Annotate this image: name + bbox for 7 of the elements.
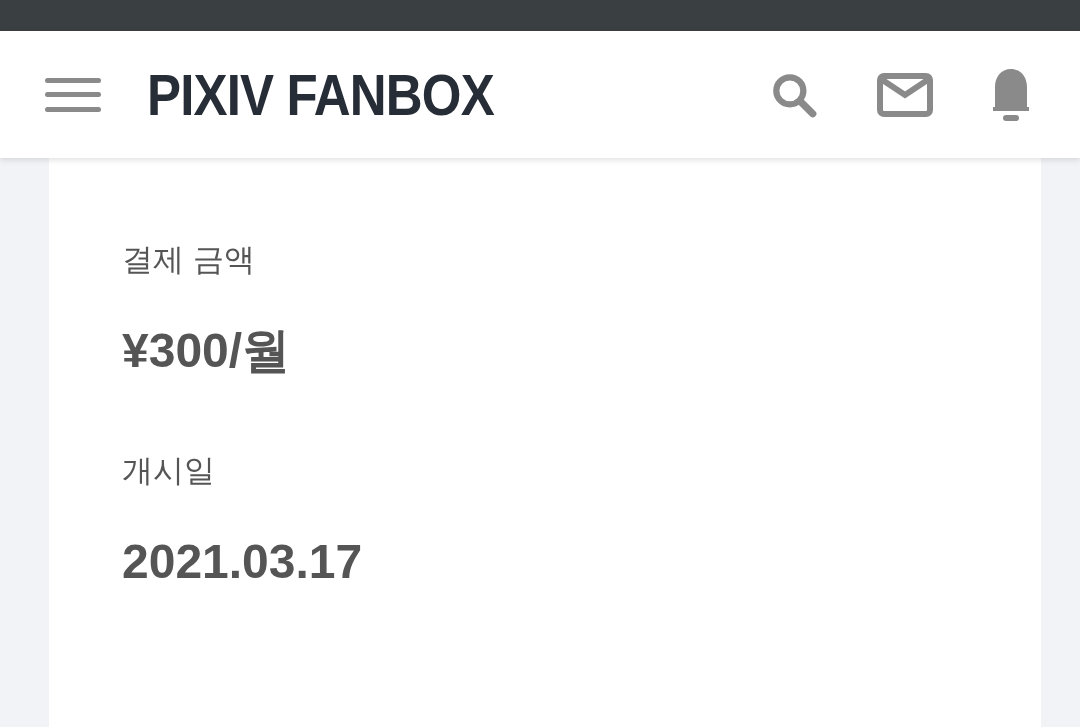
field-label: 결제 금액 <box>122 244 256 275</box>
logo[interactable]: PIXIV FANBOX <box>147 65 494 124</box>
mail-icon[interactable] <box>877 72 933 117</box>
field-value: 2021.03.17 <box>122 538 364 586</box>
bell-icon[interactable] <box>991 66 1031 123</box>
field-value: ¥300/월 <box>122 327 292 375</box>
field-label: 개시일 <box>122 455 216 486</box>
